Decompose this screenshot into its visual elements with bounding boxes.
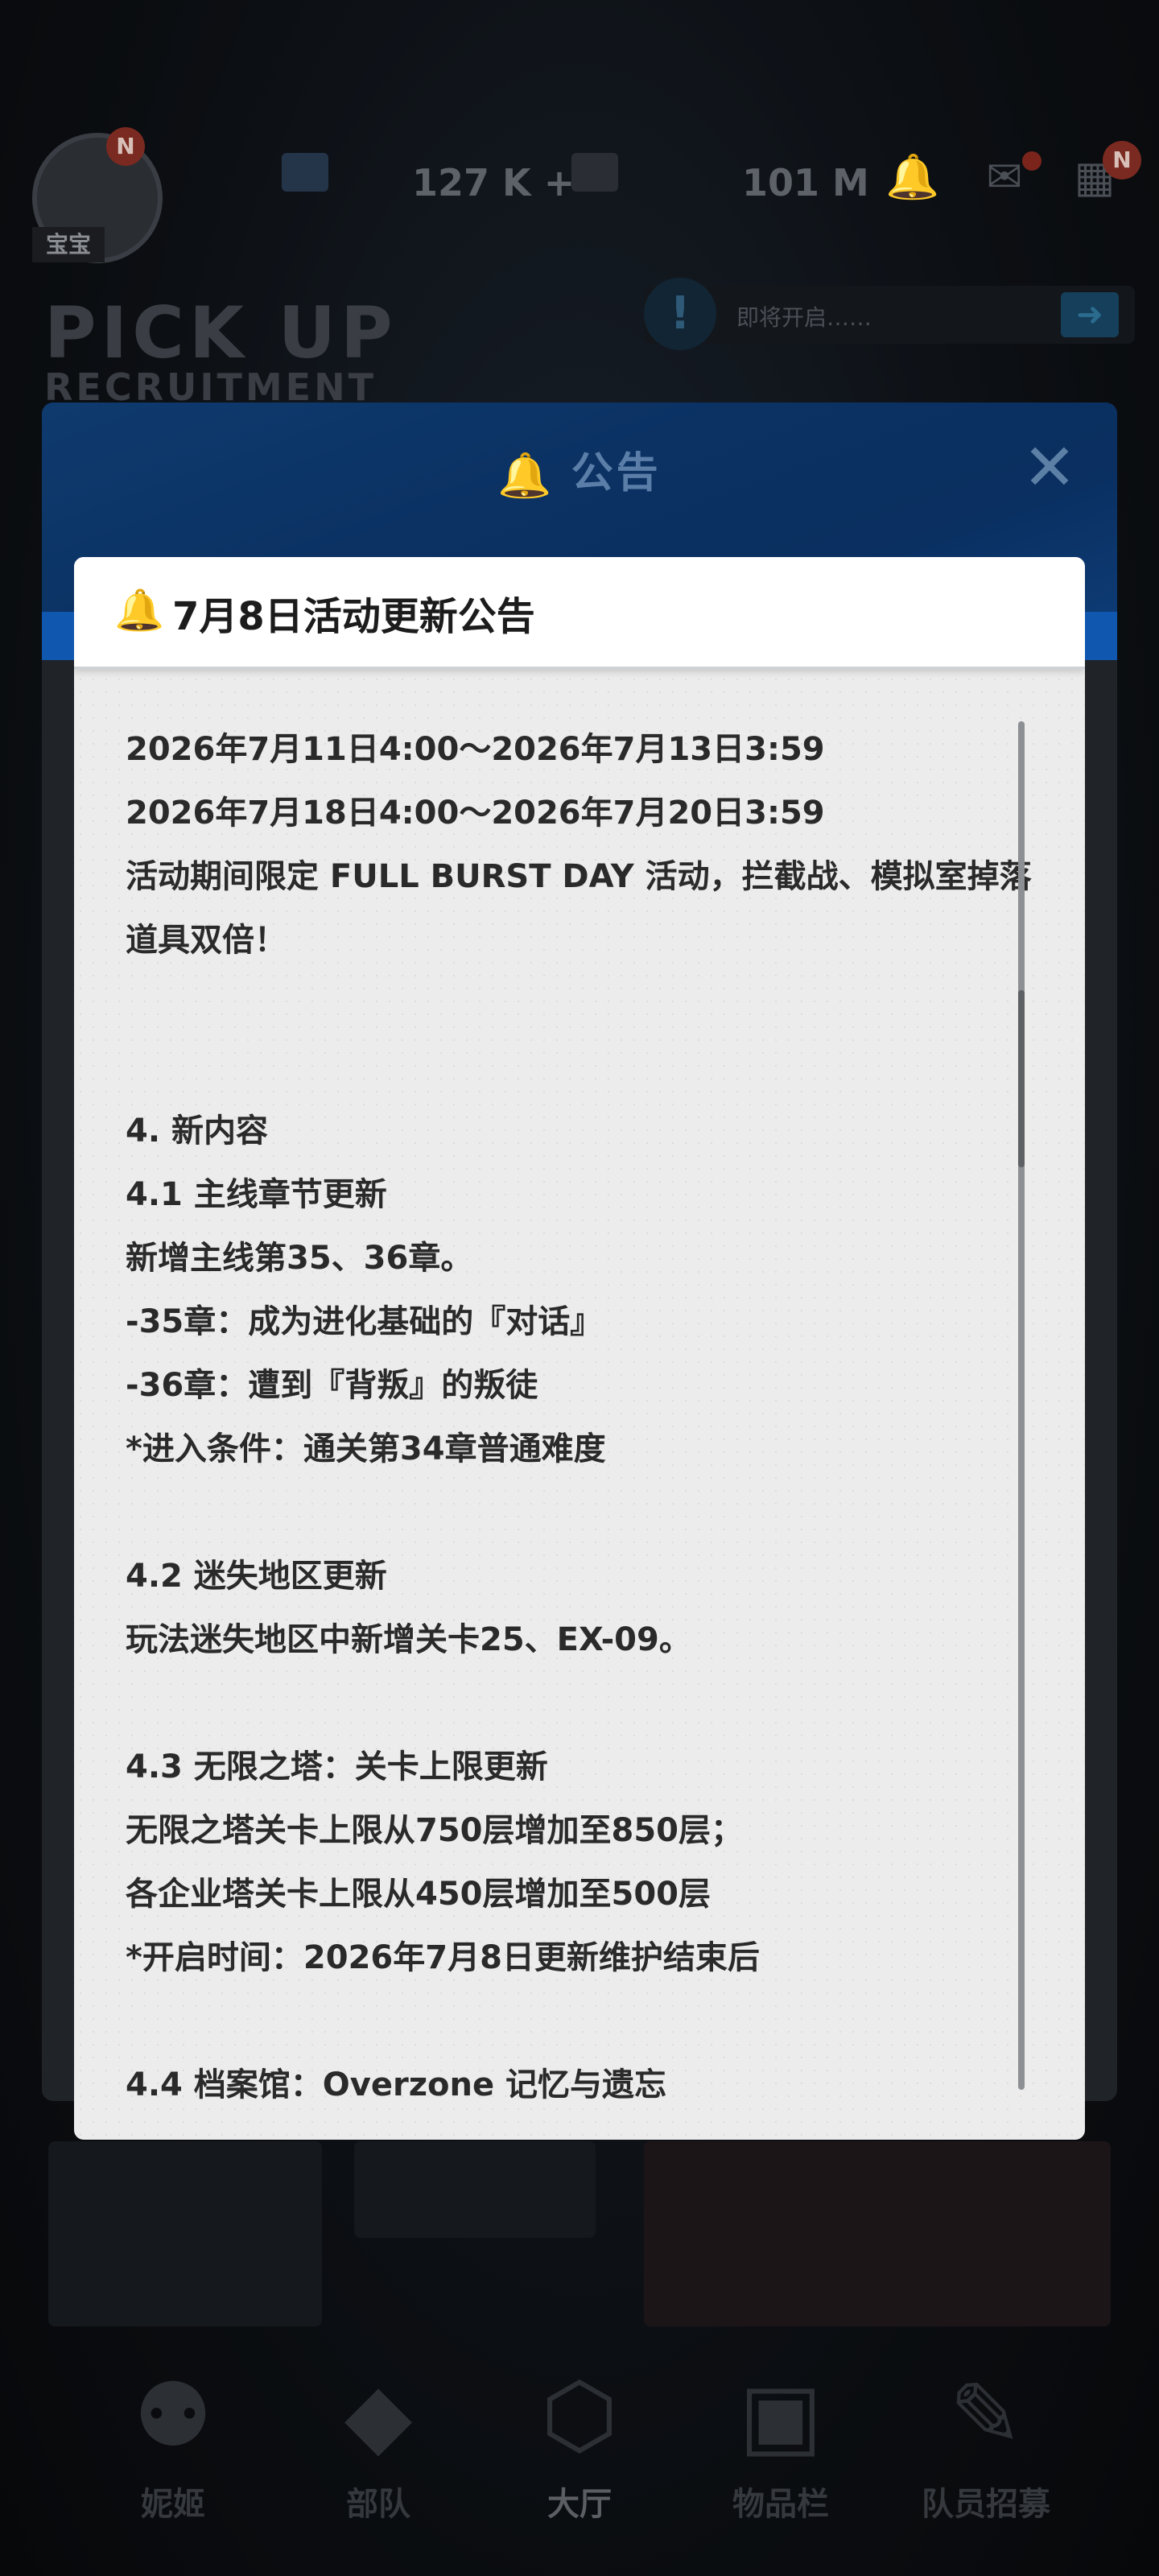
section-heading: 4.3 无限之塔：关卡上限更新 (126, 1748, 548, 1785)
pickup-title: PICK UP (44, 291, 398, 374)
mail-icon[interactable]: ✉ (980, 153, 1029, 201)
bell-icon: 🔔 (497, 450, 555, 501)
announcement-line: 无限之塔关卡上限从750层增加至850层； (126, 1812, 743, 1849)
announcement-line: *进入条件：通关第34章普通难度 (126, 1430, 606, 1468)
nav-squad[interactable]: ◆ 部队 (286, 2334, 471, 2528)
pickup-banner[interactable]: PICK UP RECRUITMENT (44, 298, 455, 407)
announcement-line: -35章：成为进化基础的『对话』 (126, 1303, 603, 1340)
event-notice-text: 即将开启…… (736, 304, 872, 331)
nav-label: 队员招募 (922, 2486, 1050, 2523)
alert-icon: ! (644, 278, 716, 350)
announcement-line (126, 1481, 1051, 1545)
section-heading: 4.2 迷失地区更新 (126, 1558, 387, 1595)
announcement-line: -36章：遭到『背叛』的叛徒 (126, 1367, 538, 1404)
valentine-banner[interactable] (644, 2141, 1111, 2326)
squad-icon: ◆ (344, 2363, 413, 2467)
bottom-navigation: ⚉ 妮姬 ◆ 部队 ⬡ 大厅 ▣ 物品栏 ✎ 队员招募 (0, 2334, 1159, 2576)
section-heading: 4.4 档案馆：Overzone 记忆与遗忘 (126, 2066, 667, 2103)
nav-label: 妮姬 (141, 2486, 205, 2523)
modal-title-text: 公告 (571, 449, 662, 497)
nav-recruit[interactable]: ✎ 队员招募 (893, 2334, 1079, 2528)
modal-title: 🔔 公告 (42, 439, 1117, 502)
section-heading: 4.1 主线章节更新 (126, 1176, 387, 1213)
nav-label: 大厅 (547, 2486, 612, 2523)
player-name: 宝宝 (32, 227, 105, 262)
announcement-line (126, 1672, 1051, 1736)
announcement-line: 各企业塔关卡上限从450层增加至500层 (126, 1876, 711, 1913)
nav-inventory[interactable]: ▣ 物品栏 (688, 2334, 873, 2528)
defense-banner[interactable] (48, 2141, 322, 2326)
announcement-line: 2026年7月11日4:00～2026年7月13日3:59 (126, 731, 825, 768)
scrollbar-thumb[interactable] (1018, 990, 1025, 1167)
nav-label: 部队 (346, 2486, 410, 2523)
announcement-line: 新增主线第35、36章。 (126, 1240, 473, 1277)
announcement-line (126, 972, 1051, 1036)
bell-icon: 🔔 (114, 587, 165, 634)
dispatch-banner[interactable] (354, 2141, 596, 2238)
lobby-banners (48, 2141, 1111, 2351)
recruit-icon: ✎ (948, 2363, 1024, 2467)
announcement-body: 2026年7月11日4:00～2026年7月13日3:59 2026年7月18日… (126, 718, 1051, 2117)
credit-icon (571, 153, 618, 192)
new-badge: N (106, 127, 145, 166)
announcement-line: *开启时间：2026年7月8日更新维护结束后 (126, 1939, 760, 1976)
people-icon: ⚉ (133, 2363, 213, 2467)
announcement-line: 玩法迷失地区中新增关卡25、EX-09。 (126, 1621, 691, 1658)
announcement-line: 活动期间限定 FULL BURST DAY 活动，拦截战、模拟室掉落道具双倍！ (126, 858, 1032, 959)
inventory-icon: ▣ (739, 2363, 823, 2467)
nav-label: 物品栏 (732, 2486, 829, 2523)
close-button[interactable]: ✕ (1021, 436, 1079, 500)
lobby-icon: ⬡ (540, 2363, 619, 2467)
notification-dot (1022, 151, 1041, 171)
section-heading: 4. 新内容 (126, 1113, 268, 1150)
announcement-header: 🔔 7月8日活动更新公告 (74, 557, 1085, 669)
nav-nikke[interactable]: ⚉ 妮姬 (80, 2334, 266, 2528)
announcement-line: 2026年7月18日4:00～2026年7月20日3:59 (126, 795, 825, 832)
announcement-line (126, 1036, 1051, 1100)
announcement-title: 7月8日活动更新公告 (172, 594, 535, 639)
close-icon: ✕ (1022, 430, 1077, 505)
scrollbar-track[interactable] (1018, 721, 1025, 2090)
nav-lobby[interactable]: ⬡ 大厅 (487, 2334, 672, 2528)
new-badge-menu: N (1103, 141, 1141, 180)
announcement-card[interactable]: 🔔 7月8日活动更新公告 2026年7月11日4:00～2026年7月13日3:… (74, 557, 1085, 2140)
arrow-right-icon[interactable]: ➜ (1061, 292, 1119, 337)
announcement-line (126, 1990, 1051, 2054)
bell-icon[interactable]: 🔔 (885, 153, 939, 201)
event-notice-bar[interactable]: ! 即将开启…… ➜ (644, 278, 1135, 350)
resource-gems: 127 K + (412, 161, 575, 204)
resource-credits: 101 M (742, 161, 869, 204)
gem-icon (282, 153, 328, 192)
